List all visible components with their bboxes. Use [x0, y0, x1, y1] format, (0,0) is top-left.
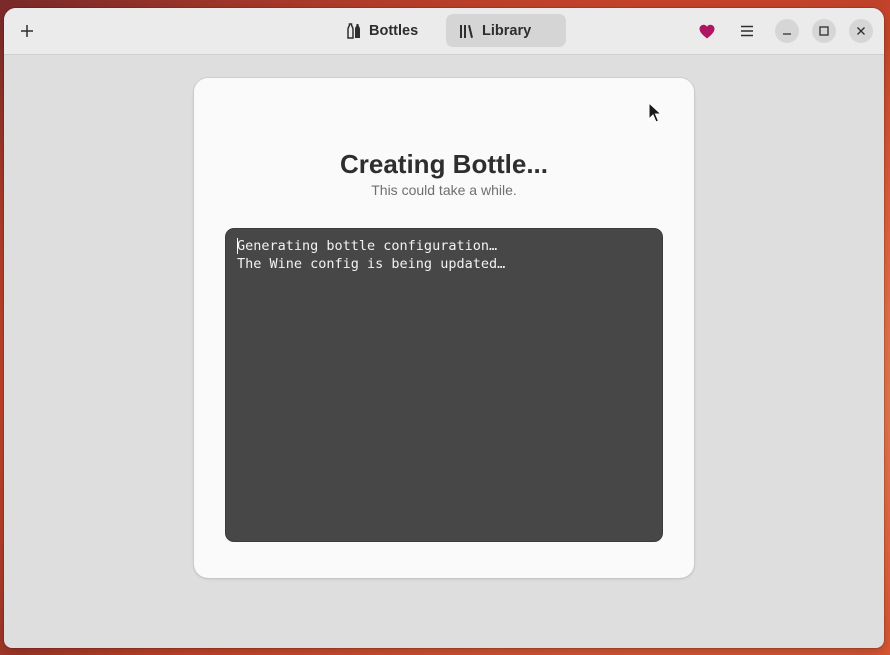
heart-icon — [699, 24, 715, 38]
add-bottle-button[interactable] — [12, 16, 42, 46]
donate-button[interactable] — [692, 16, 722, 46]
plus-icon — [21, 25, 33, 37]
tab-library[interactable]: Library — [446, 14, 566, 47]
library-icon — [460, 24, 473, 38]
log-line: Generating bottle configuration… — [237, 238, 498, 254]
maximize-icon — [819, 26, 829, 36]
tab-bottles-label: Bottles — [369, 22, 419, 39]
text-caret — [237, 238, 238, 254]
tab-bottles[interactable]: Bottles — [333, 14, 431, 47]
dialog-subtitle: This could take a while. — [371, 182, 517, 198]
dialog-title: Creating Bottle... — [339, 149, 548, 179]
tab-library-label: Library — [482, 22, 532, 39]
creation-log-output[interactable]: Generating bottle configuration… The Win… — [225, 228, 663, 542]
log-line: The Wine config is being updated… — [237, 256, 506, 272]
main-menu-button[interactable] — [732, 16, 762, 46]
close-button[interactable] — [849, 19, 873, 43]
header-bar: Bottles Library — [4, 8, 884, 55]
bottles-icon — [347, 22, 360, 39]
close-icon — [857, 27, 865, 35]
creating-bottle-dialog: Creating Bottle... This could take a whi… — [194, 78, 694, 578]
minimize-button[interactable] — [775, 19, 799, 43]
maximize-button[interactable] — [812, 19, 836, 43]
minimize-icon — [783, 33, 791, 35]
hamburger-menu-icon — [741, 25, 753, 37]
app-window: Bottles Library Creating Bottle... This … — [4, 8, 884, 648]
mouse-pointer-icon — [648, 102, 662, 123]
